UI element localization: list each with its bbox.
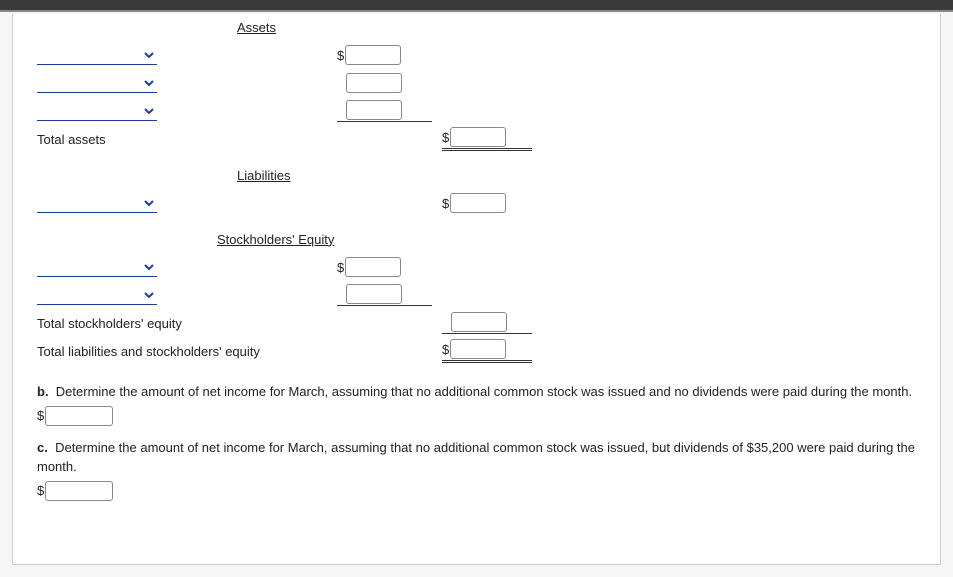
window-top-bar [0,0,953,12]
total-equity-label: Total stockholders' equity [37,316,387,331]
question-b: b. Determine the amount of net income fo… [37,382,916,402]
question-c-text: Determine the amount of net income for M… [37,440,915,475]
currency-symbol: $ [442,342,450,357]
question-c-prefix: c. [37,440,48,455]
equity-1-select[interactable] [37,258,157,277]
total-assets-amount[interactable] [450,127,506,147]
question-b-input[interactable] [45,406,113,426]
liability-1-amount[interactable] [450,193,506,213]
assets-heading: Assets [187,18,387,37]
currency-symbol: $ [442,196,450,211]
asset-2-select[interactable] [37,74,157,93]
asset-3-select[interactable] [37,102,157,121]
equity-2-select[interactable] [37,286,157,305]
question-b-prefix: b. [37,384,49,399]
asset-3-amount[interactable] [346,100,402,120]
question-b-text: Determine the amount of net income for M… [56,384,912,399]
currency-symbol: $ [442,130,450,145]
total-assets-label: Total assets [37,132,387,147]
total-liab-equity-label: Total liabilities and stockholders' equi… [37,344,387,359]
asset-1-select[interactable] [37,46,157,65]
equity-heading: Stockholders' Equity [187,230,387,249]
total-equity-amount[interactable] [451,312,507,332]
liabilities-heading: Liabilities [187,166,387,185]
currency-symbol: $ [37,483,45,498]
question-c-input[interactable] [45,481,113,501]
question-c: c. Determine the amount of net income fo… [37,438,916,477]
currency-symbol: $ [337,48,345,63]
currency-symbol: $ [337,260,345,275]
asset-2-amount[interactable] [346,73,402,93]
liability-1-select[interactable] [37,194,157,213]
worksheet-page: Assets $ Total assets [12,14,941,565]
asset-1-amount[interactable] [345,45,401,65]
equity-1-amount[interactable] [345,257,401,277]
total-liab-equity-amount[interactable] [450,339,506,359]
currency-symbol: $ [37,408,45,423]
equity-2-amount[interactable] [346,284,402,304]
